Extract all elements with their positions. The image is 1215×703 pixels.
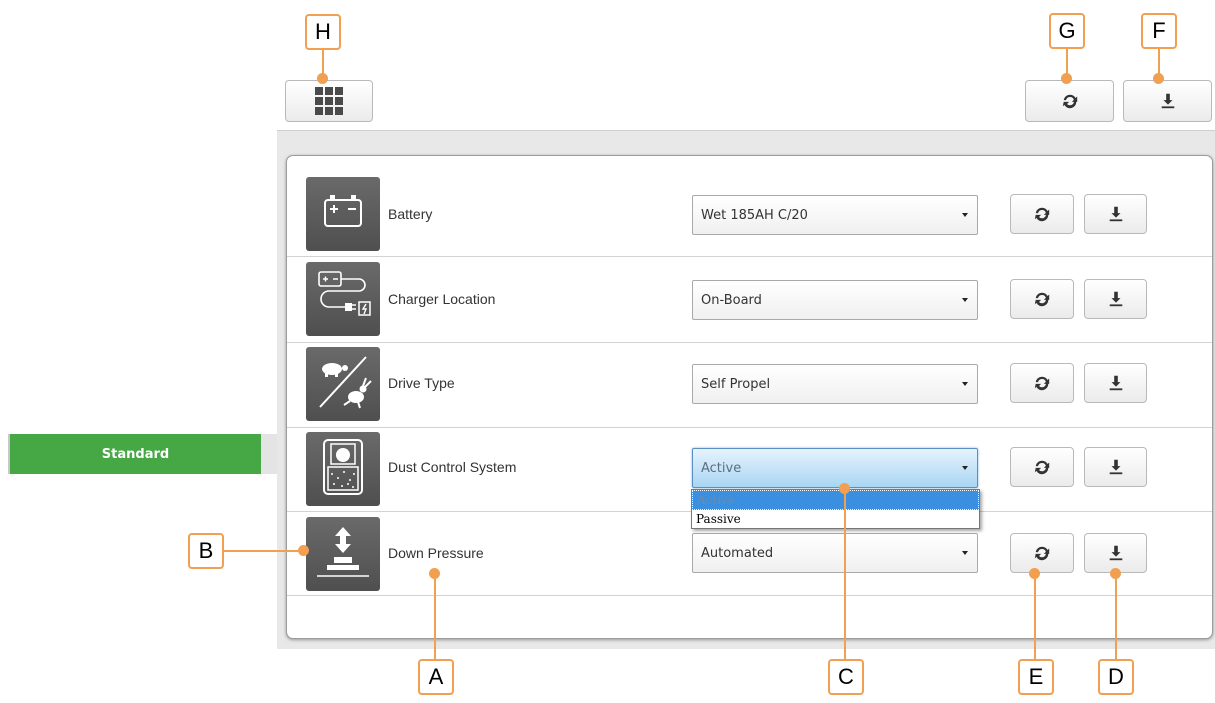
down-pressure-tile <box>306 517 380 591</box>
dropdown-option-passive[interactable]: Passive <box>692 510 979 528</box>
chevron-down-icon <box>962 551 968 555</box>
charger-location-download-button[interactable] <box>1084 279 1147 319</box>
callout-b-dot <box>298 545 309 556</box>
refresh-all-button[interactable] <box>1025 80 1114 122</box>
download-icon <box>1107 458 1125 476</box>
charger-location-select-value: On-Board <box>701 292 762 308</box>
grid-view-button[interactable] <box>285 80 373 122</box>
download-icon <box>1107 290 1125 308</box>
battery-tile <box>306 177 380 251</box>
drive-type-label: Drive Type <box>388 375 455 391</box>
refresh-icon <box>1061 92 1079 110</box>
callout-g: G <box>1049 13 1085 49</box>
callout-g-dot <box>1061 73 1072 84</box>
dust-control-select-value: Active <box>701 460 742 476</box>
download-icon <box>1107 205 1125 223</box>
callout-c-line <box>844 489 846 659</box>
charger-location-label: Charger Location <box>388 291 496 307</box>
battery-refresh-button[interactable] <box>1010 194 1074 234</box>
refresh-icon <box>1033 544 1051 562</box>
battery-label: Battery <box>388 206 433 222</box>
callout-a: A <box>418 659 454 695</box>
drive-type-refresh-button[interactable] <box>1010 363 1074 403</box>
callout-c: C <box>828 659 864 695</box>
dust-control-select[interactable]: Active <box>692 448 978 488</box>
drive-type-tile <box>306 347 380 421</box>
refresh-icon <box>1033 290 1051 308</box>
down-pressure-select[interactable]: Automated <box>692 533 978 573</box>
battery-icon <box>320 192 366 236</box>
chevron-down-icon <box>962 298 968 302</box>
down-pressure-download-button[interactable] <box>1084 533 1147 573</box>
callout-h-dot <box>317 73 328 84</box>
drive-type-select-value: Self Propel <box>701 376 771 392</box>
refresh-icon <box>1033 458 1051 476</box>
row-divider <box>287 256 1212 257</box>
dust-control-icon <box>318 436 368 502</box>
down-pressure-select-value: Automated <box>701 545 774 561</box>
battery-select[interactable]: Wet 185AH C/20 <box>692 195 978 235</box>
callout-e: E <box>1018 659 1054 695</box>
down-pressure-label: Down Pressure <box>388 545 484 561</box>
callout-b: B <box>188 533 224 569</box>
dust-control-dropdown-list: Active Passive <box>691 489 980 529</box>
callout-b-line <box>224 550 304 552</box>
refresh-icon <box>1033 374 1051 392</box>
charger-location-refresh-button[interactable] <box>1010 279 1074 319</box>
callout-h: H <box>305 14 341 50</box>
chevron-down-icon <box>962 382 968 386</box>
download-all-button[interactable] <box>1123 80 1212 122</box>
download-icon <box>1107 374 1125 392</box>
dropdown-option-active[interactable]: Active <box>692 490 979 510</box>
charger-tile <box>306 262 380 336</box>
chevron-down-icon <box>962 466 968 470</box>
grid-icon <box>314 86 344 116</box>
download-icon <box>1107 544 1125 562</box>
download-icon <box>1159 92 1177 110</box>
charger-icon <box>313 266 373 332</box>
down-pressure-refresh-button[interactable] <box>1010 533 1074 573</box>
row-divider <box>287 595 1212 596</box>
charger-location-select[interactable]: On-Board <box>692 280 978 320</box>
down-pressure-icon <box>313 521 373 587</box>
dust-control-label: Dust Control System <box>388 459 517 475</box>
callout-e-line <box>1034 574 1036 659</box>
turtle-rabbit-icon <box>312 351 374 417</box>
drive-type-select[interactable]: Self Propel <box>692 364 978 404</box>
dust-control-tile <box>306 432 380 506</box>
standard-button[interactable]: Standard <box>10 434 261 474</box>
battery-select-value: Wet 185AH C/20 <box>701 207 808 223</box>
drive-type-download-button[interactable] <box>1084 363 1147 403</box>
callout-a-line <box>434 574 436 659</box>
callout-d: D <box>1098 659 1134 695</box>
row-divider <box>287 342 1212 343</box>
row-divider <box>287 427 1212 428</box>
chevron-down-icon <box>962 213 968 217</box>
battery-download-button[interactable] <box>1084 194 1147 234</box>
refresh-icon <box>1033 205 1051 223</box>
callout-f: F <box>1141 13 1177 49</box>
dust-control-download-button[interactable] <box>1084 447 1147 487</box>
dust-control-refresh-button[interactable] <box>1010 447 1074 487</box>
callout-d-line <box>1115 574 1117 659</box>
standard-tab-edge <box>261 434 277 474</box>
callout-f-dot <box>1153 73 1164 84</box>
